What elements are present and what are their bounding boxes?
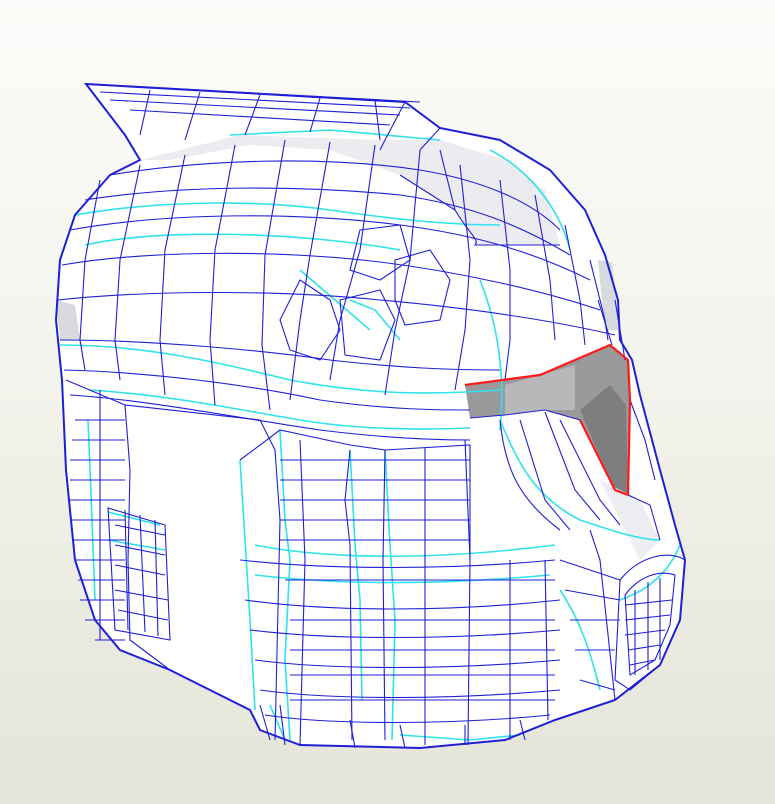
3d-viewport[interactable] [0,0,775,804]
helmet-wireframe-model[interactable] [0,0,775,804]
shaded-faces [56,84,685,748]
